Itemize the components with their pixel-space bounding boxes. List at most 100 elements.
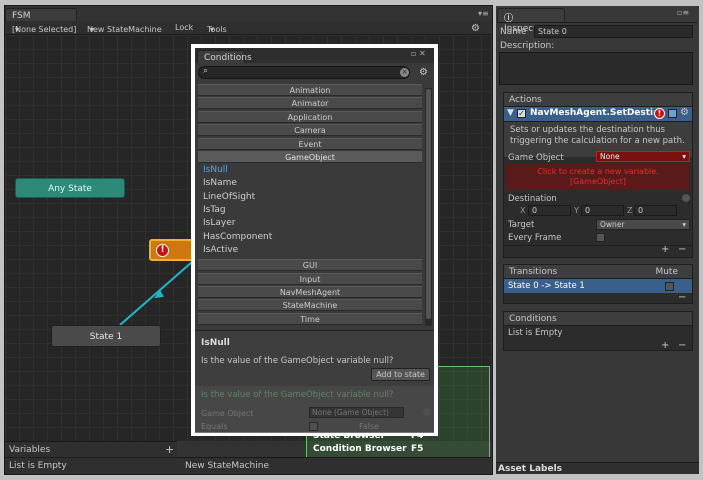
- create-variable-error[interactable]: Click to create a new variable. [GameObj…: [506, 164, 690, 190]
- divider: [497, 22, 697, 23]
- preview-equals-label: Equals: [201, 422, 228, 431]
- condition-lineofsight[interactable]: LineOfSight: [203, 192, 255, 202]
- preview-description: Is the value of the GameObject variable …: [201, 390, 394, 400]
- variables-title: Variables: [9, 445, 51, 455]
- add-action-button[interactable]: +: [661, 244, 669, 255]
- clear-search-icon[interactable]: ×: [400, 68, 409, 77]
- hint-key: F5: [411, 444, 424, 454]
- chevron-down-icon: ▾: [682, 220, 686, 229]
- category-navmeshagent[interactable]: NavMeshAgent: [198, 285, 422, 298]
- preview-field-label: Game Object: [201, 409, 254, 418]
- target-value: Owner: [600, 220, 625, 229]
- target-dropdown[interactable]: Owner ▾: [596, 219, 690, 230]
- action-header[interactable]: ▼ ✓ NavMeshAgent.SetDestination ! ⚙: [504, 107, 692, 122]
- conditions-header: Conditions: [504, 312, 692, 326]
- target-label: Target: [508, 220, 535, 230]
- actions-panel: Actions ▼ ✓ NavMeshAgent.SetDestination …: [503, 92, 693, 258]
- equals-checkbox: [309, 422, 318, 431]
- error-icon: !: [156, 244, 169, 257]
- transition-conditions-panel: Conditions List is Empty + −: [503, 311, 693, 351]
- gameobject-value: None: [600, 152, 620, 161]
- variable-toggle-icon: [423, 408, 431, 416]
- every-frame-checkbox[interactable]: [596, 233, 605, 242]
- condition-preview: Is the value of the GameObject variable …: [195, 386, 434, 433]
- category-gameobject[interactable]: GameObject: [198, 151, 422, 163]
- name-field[interactable]: State 0: [534, 25, 693, 38]
- statemachine-breadcrumb[interactable]: New StateMachine: [177, 457, 491, 474]
- conditions-tab[interactable]: Conditions: [197, 50, 252, 63]
- remove-transition-button[interactable]: −: [678, 292, 686, 303]
- x-field[interactable]: 0: [528, 205, 571, 216]
- condition-isnull[interactable]: IsNull: [203, 165, 228, 175]
- any-state-node[interactable]: Any State: [15, 178, 125, 198]
- asset-labels-bar[interactable]: Asset Labels: [496, 462, 699, 474]
- remove-action-button[interactable]: −: [678, 244, 686, 255]
- chevron-down-icon: ▾: [682, 152, 686, 161]
- scrollbar-thumb[interactable]: [426, 89, 431, 319]
- transitions-header: Transitions Mute: [504, 265, 692, 279]
- condition-istag[interactable]: IsTag: [203, 205, 226, 215]
- statemachine-breadcrumb-label: New StateMachine: [185, 461, 269, 471]
- category-application[interactable]: Application: [198, 110, 422, 123]
- conditions-tab-label: Conditions: [204, 53, 252, 63]
- transition-label: State 0 -> State 1: [508, 281, 585, 291]
- z-field[interactable]: 0: [634, 205, 677, 216]
- gear-icon[interactable]: ⚙: [680, 107, 689, 118]
- state-0-node[interactable]: !: [149, 239, 194, 261]
- conditions-empty-label: List is Empty: [508, 328, 563, 338]
- mute-label: Mute: [655, 267, 678, 277]
- any-state-label: Any State: [48, 184, 92, 194]
- state-1-node[interactable]: State 1: [51, 325, 161, 347]
- condition-isactive[interactable]: IsActive: [203, 245, 238, 255]
- variables-panel: Variables + List is Empty: [5, 441, 177, 474]
- actions-header: Actions: [504, 93, 692, 107]
- hint-label: Condition Browser: [313, 444, 407, 454]
- mute-checkbox[interactable]: [665, 282, 674, 291]
- asset-labels-title: Asset Labels: [498, 464, 563, 474]
- add-condition-button[interactable]: +: [661, 340, 669, 351]
- category-time[interactable]: Time: [198, 312, 422, 325]
- variables-empty-label: List is Empty: [9, 461, 67, 471]
- action-description: Sets or updates the destination thus tri…: [510, 125, 685, 146]
- condition-islayer[interactable]: IsLayer: [203, 218, 235, 228]
- description-field[interactable]: [499, 52, 693, 85]
- gameobject-dropdown[interactable]: None ▾: [596, 151, 690, 162]
- condition-isname[interactable]: IsName: [203, 178, 237, 188]
- conditions-browser: Conditions ▫ ✕ ⌕ × ⚙ Animation Animator Ap…: [191, 44, 438, 436]
- enable-checkbox[interactable]: ✓: [517, 109, 526, 118]
- x-label: X: [520, 206, 526, 215]
- z-label: Z: [627, 206, 633, 215]
- category-camera[interactable]: Camera: [198, 124, 422, 137]
- category-statemachine[interactable]: StateMachine: [198, 299, 422, 312]
- gear-icon[interactable]: ⚙: [419, 67, 428, 78]
- condition-browser-hint: Condition Browser F5: [313, 444, 423, 454]
- category-animator[interactable]: Animator: [198, 97, 422, 110]
- transitions-panel: Transitions Mute State 0 -> State 1 −: [503, 264, 693, 304]
- popup-menu-icon[interactable]: ▫ ✕: [411, 49, 426, 58]
- variable-toggle-icon[interactable]: [682, 194, 690, 202]
- destination-label: Destination: [508, 194, 557, 204]
- category-event[interactable]: Event: [198, 137, 422, 150]
- add-variable-button[interactable]: +: [165, 443, 174, 456]
- add-to-state-button[interactable]: Add to state: [371, 368, 430, 381]
- remove-condition-button[interactable]: −: [678, 340, 686, 351]
- script-icon[interactable]: [668, 109, 677, 118]
- category-animation[interactable]: Animation: [198, 84, 422, 96]
- y-field[interactable]: 0: [581, 205, 624, 216]
- action-name: NavMeshAgent.SetDestination: [530, 108, 654, 118]
- transitions-title: Transitions: [509, 267, 558, 277]
- inspector-tab[interactable]: ⓘ Inspector: [497, 8, 565, 34]
- condition-hascomponent[interactable]: HasComponent: [203, 232, 272, 242]
- transition-item[interactable]: State 0 -> State 1: [504, 279, 692, 293]
- foldout-arrow-icon[interactable]: ▼: [507, 108, 514, 118]
- divider: [5, 457, 177, 458]
- detail-description: Is the value of the GameObject variable …: [201, 356, 394, 366]
- search-input[interactable]: ⌕ ×: [198, 66, 410, 79]
- category-gui[interactable]: GUI: [198, 259, 422, 272]
- conditions-title: Conditions: [509, 314, 557, 324]
- category-input[interactable]: Input: [198, 272, 422, 285]
- state-1-label: State 1: [89, 332, 123, 342]
- inspector-menu-icon[interactable]: ▫≡: [677, 8, 689, 17]
- conditions-browser-body: Conditions ▫ ✕ ⌕ × ⚙ Animation Animator Ap…: [195, 48, 434, 433]
- name-label: Name: [500, 27, 527, 37]
